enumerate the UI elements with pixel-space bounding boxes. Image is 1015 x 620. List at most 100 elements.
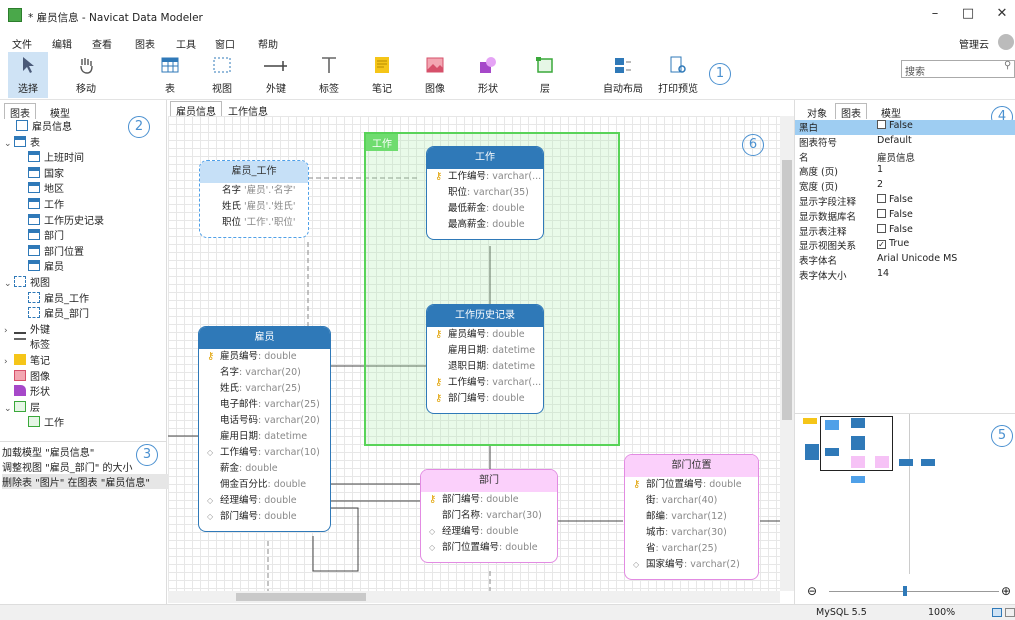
property-row[interactable]: 图表符号 Default (795, 135, 1015, 150)
checkbox[interactable] (877, 208, 886, 218)
entity-field[interactable]: 邮编: varchar(12) (625, 509, 758, 525)
chevron-down-icon[interactable]: ⌄ (4, 277, 14, 293)
print-preview-button[interactable]: 打印预览 (653, 52, 703, 98)
layout-toggle-icon[interactable] (1005, 608, 1015, 617)
property-row[interactable]: 高度 (页) 1 (795, 164, 1015, 179)
entity-field[interactable]: 省: varchar(25) (625, 541, 758, 557)
property-row[interactable]: 表字体大小 14 (795, 268, 1015, 283)
property-value[interactable]: False (877, 208, 913, 220)
chevron-right-icon[interactable]: › (4, 355, 14, 371)
entity-field[interactable]: ◇ 部门位置编号: double (421, 540, 557, 556)
entity-field[interactable]: ◇ 国家编号: varchar(2) (625, 557, 758, 573)
entity-field[interactable]: 雇用日期: datetime (427, 343, 543, 359)
entity-view[interactable]: 雇员_工作 名字 '雇员'.'名字' 姓氏 '雇员'.'姓氏' 职位 '工作'.'职位… (199, 160, 309, 238)
entity-dept[interactable]: 部门 ⚷ 部门编号: double 部门名称: varchar(30) ◇ 经理编号… (420, 469, 558, 563)
entity-field[interactable]: ⚷ 部门编号: double (421, 492, 557, 508)
tree-item[interactable]: 形状 (4, 385, 50, 401)
property-value[interactable]: False (877, 223, 913, 235)
tree-item[interactable]: 部门 (28, 229, 64, 245)
tab-model[interactable]: 模型 (44, 103, 76, 120)
foreign-key-tool-button[interactable]: 外键 (258, 52, 294, 98)
entity-field[interactable]: ⚷ 雇员编号: double (199, 349, 330, 365)
entity-field[interactable]: ⚷ 工作编号: varchar(... (427, 169, 543, 185)
scroll-thumb[interactable] (782, 160, 792, 420)
zoom-track[interactable] (829, 591, 999, 592)
user-name[interactable]: 管理云 (959, 36, 989, 51)
zoom-in-icon[interactable]: ⊕ (1001, 584, 1011, 598)
chevron-right-icon[interactable]: › (4, 324, 14, 340)
property-value[interactable]: Arial Unicode MS (877, 253, 957, 264)
property-value[interactable]: False (877, 120, 913, 131)
zoom-handle[interactable] (903, 586, 907, 596)
entity-field[interactable]: 退职日期: datetime (427, 359, 543, 375)
tree-item[interactable]: › 外键 (4, 323, 50, 339)
entity-field[interactable]: ⚷ 雇员编号: double (427, 327, 543, 343)
select-tool-button[interactable]: 选择 (8, 52, 48, 98)
tree-item[interactable]: 雇员 (28, 260, 64, 276)
zoom-slider[interactable]: ⊖ ⊕ (803, 584, 1013, 598)
entity-field[interactable]: 名字: varchar(20) (199, 365, 330, 381)
tree-item[interactable]: 雇员_工作 (28, 291, 89, 308)
tree-item[interactable]: 部门位置 (28, 244, 84, 261)
menu-file[interactable]: 文件 (12, 36, 32, 51)
entity-field[interactable]: 雇用日期: datetime (199, 429, 330, 445)
entity-field[interactable]: 电子邮件: varchar(25) (199, 397, 330, 413)
overview-panel[interactable]: 5 (795, 413, 1015, 583)
property-value[interactable]: ✓ True (877, 238, 909, 250)
label-tool-button[interactable]: 标签 (311, 52, 347, 98)
tab-diagram[interactable]: 图表 (4, 103, 36, 120)
zoom-out-icon[interactable]: ⊖ (807, 584, 817, 598)
layout-toggle-icon[interactable] (992, 608, 1002, 617)
entity-job[interactable]: 工作 ⚷ 工作编号: varchar(... 职位: varchar(35) 最低… (426, 146, 544, 240)
checkbox[interactable]: ✓ (877, 240, 886, 250)
menu-view[interactable]: 查看 (92, 36, 112, 51)
move-tool-button[interactable]: 移动 (66, 52, 106, 98)
property-row[interactable]: 宽度 (页) 2 (795, 179, 1015, 194)
menu-window[interactable]: 窗口 (215, 36, 235, 51)
entity-loc[interactable]: 部门位置 ⚷ 部门位置编号: double 街: varchar(40) 邮编: … (624, 454, 759, 580)
image-tool-button[interactable]: 图像 (417, 52, 453, 98)
entity-hist[interactable]: 工作历史记录 ⚷ 雇员编号: double 雇用日期: datetime 退职日期… (426, 304, 544, 414)
entity-field[interactable]: ⚷ 部门编号: double (427, 391, 543, 407)
tree-item[interactable]: 雇员信息 (16, 120, 72, 136)
view-tool-button[interactable]: 视图 (204, 52, 240, 98)
entity-field[interactable]: 职位: varchar(35) (427, 185, 543, 201)
entity-field[interactable]: 城市: varchar(30) (625, 525, 758, 541)
property-row[interactable]: 显示数据库名 False (795, 208, 1015, 224)
entity-emp[interactable]: 雇员 ⚷ 雇员编号: double 名字: varchar(20) 姓氏: var… (198, 326, 331, 532)
entity-field[interactable]: 最高薪金: double (427, 217, 543, 233)
minimize-button[interactable]: – (925, 6, 945, 26)
property-value[interactable]: False (877, 194, 913, 205)
entity-field[interactable]: 部门名称: varchar(30) (421, 508, 557, 524)
menu-diagram[interactable]: 图表 (135, 36, 155, 51)
checkbox[interactable] (877, 120, 886, 129)
shape-tool-button[interactable]: 形状 (470, 52, 506, 98)
entity-field[interactable]: ◇ 部门编号: double (199, 509, 330, 525)
entity-field[interactable]: 职位 '工作'.'职位' (200, 215, 308, 231)
tab-diagram-props[interactable]: 图表 (835, 103, 867, 120)
tree-item[interactable]: 图像 (4, 369, 50, 386)
menu-edit[interactable]: 编辑 (52, 36, 72, 51)
entity-field[interactable]: 电话号码: varchar(20) (199, 413, 330, 429)
scroll-thumb[interactable] (236, 593, 366, 601)
property-value[interactable]: 2 (877, 179, 883, 190)
property-row[interactable]: 显示字段注释 False (795, 194, 1015, 209)
entity-field[interactable]: 姓氏 '雇员'.'姓氏' (200, 199, 308, 215)
tree-item[interactable]: 工作历史记录 (28, 213, 104, 230)
vertical-scrollbar[interactable] (780, 116, 794, 591)
note-tool-button[interactable]: 笔记 (364, 52, 400, 98)
property-value[interactable]: 雇员信息 (877, 150, 915, 164)
close-button[interactable]: ✕ (992, 6, 1012, 26)
auto-layout-button[interactable]: 自动布局 (598, 52, 648, 98)
tab-object[interactable]: 对象 (801, 103, 833, 120)
property-value[interactable]: 1 (877, 164, 883, 175)
entity-field[interactable]: 最低薪金: double (427, 201, 543, 217)
horizontal-scrollbar[interactable] (168, 591, 780, 603)
tree-item[interactable]: 工作 (28, 416, 64, 432)
tree-item[interactable]: 雇员_部门 (28, 307, 89, 323)
property-row[interactable]: 名 雇员信息 (795, 150, 1015, 165)
tree-item[interactable]: ⌄ 视图 (4, 276, 50, 292)
tab-model-props[interactable]: 模型 (875, 103, 907, 120)
tree-item[interactable]: 工作 (28, 198, 64, 214)
entity-field[interactable]: ◇ 经理编号: double (421, 524, 557, 540)
